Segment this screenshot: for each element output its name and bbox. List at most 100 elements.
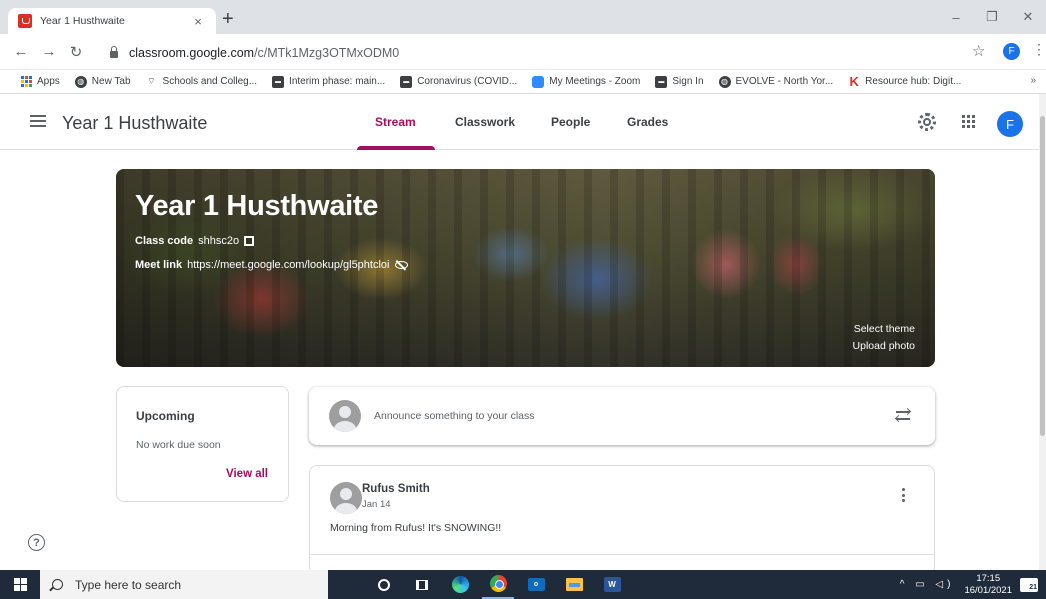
gov-icon: ▬ [655, 75, 668, 88]
announce-placeholder[interactable]: Announce something to your class [374, 410, 535, 422]
upcoming-card: Upcoming No work due soon View all [116, 386, 289, 502]
scroll-thumb[interactable] [1040, 116, 1045, 436]
fullscreen-expand-icon[interactable] [244, 236, 255, 246]
tray-icons[interactable]: ^ ▭ ◁) [900, 579, 955, 590]
gov-icon: ▬ [272, 75, 285, 88]
tab-classwork[interactable]: Classwork [455, 115, 515, 129]
post-body: Morning from Rufus! It's SNOWING!! [330, 522, 502, 534]
back-arrow-icon[interactable]: ← [12, 43, 30, 60]
bookmark-star-icon[interactable]: ☆ [972, 42, 985, 60]
tab-stream[interactable]: Stream [375, 115, 416, 129]
outlook-taskbar-button[interactable]: o [520, 570, 552, 599]
lock-icon [110, 46, 118, 58]
windows-taskbar: Type here to search o W ^ ▭ ◁) 17:15 16/… [0, 570, 1046, 599]
cortana-icon [378, 578, 390, 591]
clock-time: 17:15 [976, 572, 1001, 584]
tab-people[interactable]: People [551, 115, 590, 129]
browser-menu-icon[interactable]: ⋮ [1032, 41, 1046, 58]
class-code-row: Class code shhsc2o [135, 235, 255, 247]
tab-title: Year 1 Husthwaite [40, 15, 125, 27]
windows-logo-icon [13, 578, 27, 591]
classroom-header: Year 1 Husthwaite Stream Classwork Peopl… [0, 94, 1046, 150]
new-tab-button[interactable]: + [222, 9, 234, 29]
main-menu-icon[interactable] [30, 115, 46, 130]
bookmark-evolve[interactable]: ◍ EVOLVE - North Yor... [718, 75, 833, 88]
meet-link-label: Meet link [135, 259, 183, 271]
post-author: Rufus Smith [362, 483, 430, 495]
select-theme-link[interactable]: Select theme [854, 323, 915, 335]
apps-grid-icon [20, 75, 32, 88]
browser-tab[interactable]: Year 1 Husthwaite × [8, 8, 216, 34]
view-all-link[interactable]: View all [226, 468, 268, 480]
visibility-off-icon[interactable] [395, 261, 409, 269]
post-divider [310, 554, 934, 555]
task-view-icon [416, 579, 428, 590]
clock-date: 16/01/2021 [964, 584, 1012, 596]
bookmark-coronavirus[interactable]: ▬ Coronavirus (COVID... [400, 75, 517, 88]
k-icon: K [849, 74, 859, 89]
gear-icon[interactable] [918, 113, 936, 131]
page-scrollbar[interactable] [1039, 94, 1046, 570]
post-date: Jan 14 [362, 499, 391, 510]
outlook-icon: o [527, 578, 545, 591]
upcoming-empty-text: No work due soon [136, 439, 221, 451]
minimize-button[interactable]: – [938, 0, 974, 34]
chrome-taskbar-button[interactable] [482, 570, 514, 599]
url-text: classroom.google.com/c/MTk1Mzg3OTMxODM0 [129, 45, 400, 60]
forward-arrow-icon[interactable]: → [40, 43, 58, 60]
bookmark-schools[interactable]: ⌔ Schools and Colleg... [146, 76, 257, 88]
taskbar-search-placeholder: Type here to search [75, 577, 182, 592]
edge-icon [451, 576, 469, 593]
wifi-icon: ⌔ [147, 76, 156, 86]
browser-tab-strip: Year 1 Husthwaite × + – ❐ ✕ [0, 0, 1046, 34]
notification-center-icon[interactable]: 21 [1020, 577, 1038, 592]
announce-box[interactable]: Announce something to your class [309, 387, 935, 445]
account-avatar[interactable]: F [997, 111, 1023, 137]
repost-icon[interactable] [894, 406, 912, 424]
google-apps-icon[interactable] [962, 115, 975, 128]
bookmark-apps[interactable]: Apps [20, 75, 60, 88]
browser-profile-avatar[interactable]: F [1003, 43, 1020, 60]
tab-close-icon[interactable]: × [190, 14, 206, 29]
taskbar-apps: o W [368, 570, 634, 599]
close-window-button[interactable]: ✕ [1010, 0, 1046, 34]
browser-toolbar: ← → ↻ classroom.google.com/c/MTk1Mzg3OTM… [0, 34, 1046, 70]
globe-icon: ◍ [718, 75, 731, 88]
bookmark-new-tab[interactable]: ◍ New Tab [74, 75, 131, 88]
author-avatar-icon [330, 482, 362, 514]
taskbar-clock[interactable]: 17:15 16/01/2021 [964, 573, 1012, 597]
system-tray: ^ ▭ ◁) 17:15 16/01/2021 21 [900, 570, 1046, 599]
tab-grades[interactable]: Grades [627, 115, 668, 129]
task-view-button[interactable] [406, 570, 438, 599]
meet-link-value[interactable]: https://meet.google.com/lookup/gl5phtclo… [187, 259, 389, 271]
upcoming-title: Upcoming [136, 409, 195, 423]
zoom-icon [532, 75, 545, 88]
word-taskbar-button[interactable]: W [596, 570, 628, 599]
bookmark-zoom[interactable]: My Meetings - Zoom [532, 75, 640, 88]
help-icon[interactable]: ? [28, 534, 45, 551]
taskbar-search[interactable]: Type here to search [40, 570, 328, 599]
meet-link-row: Meet link https://meet.google.com/lookup… [135, 259, 409, 271]
gov-icon: ▬ [400, 75, 413, 88]
word-icon: W [603, 577, 621, 592]
class-code-value: shhsc2o [198, 235, 240, 247]
chrome-icon [489, 575, 507, 592]
restore-button[interactable]: ❐ [974, 0, 1010, 34]
upload-photo-link[interactable]: Upload photo [853, 340, 915, 352]
edge-taskbar-button[interactable] [444, 570, 476, 599]
address-bar[interactable]: classroom.google.com/c/MTk1Mzg3OTMxODM0 [98, 39, 998, 66]
cortana-button[interactable] [368, 570, 400, 599]
file-explorer-icon [565, 578, 583, 591]
more-options-icon[interactable] [902, 488, 906, 505]
bookmark-resource-hub[interactable]: K Resource hub: Digit... [848, 74, 961, 89]
window-controls: – ❐ ✕ [938, 0, 1046, 34]
bookmark-sign-in[interactable]: ▬ Sign In [655, 75, 704, 88]
more-bookmarks-icon[interactable]: » [1030, 75, 1036, 86]
class-name[interactable]: Year 1 Husthwaite [62, 113, 207, 134]
bookmark-interim-phase[interactable]: ▬ Interim phase: main... [272, 75, 385, 88]
stream-post: Rufus Smith Jan 14 Morning from Rufus! I… [309, 465, 935, 575]
start-button[interactable] [0, 570, 40, 599]
search-icon [52, 579, 63, 590]
reload-icon[interactable]: ↻ [67, 43, 85, 61]
file-explorer-taskbar-button[interactable] [558, 570, 590, 599]
